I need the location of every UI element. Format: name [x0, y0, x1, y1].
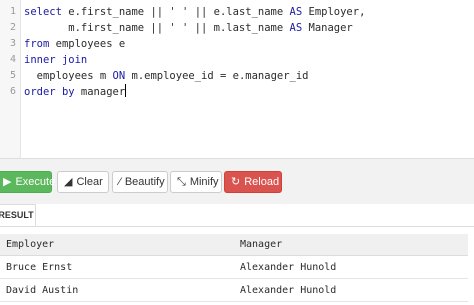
reload-label: Reload [244, 176, 280, 188]
reload-button[interactable]: ↻ Reload [224, 171, 282, 193]
play-icon: ▶ [3, 176, 12, 188]
line-number: 4 [9, 54, 16, 65]
clear-label: Clear [76, 176, 103, 188]
eraser-icon: ◢ [64, 176, 73, 188]
column-header-manager[interactable]: Manager [234, 234, 468, 256]
text-cursor [125, 84, 127, 97]
code-line-with-cursor[interactable]: order by manager [24, 84, 474, 100]
code-line[interactable]: m.first_name || ' ' || m.last_name AS Ma… [24, 20, 474, 36]
table-row: David Austin Alexander Hunold [0, 278, 468, 302]
table-row: Bruce Ernst Alexander Hunold [0, 255, 468, 279]
minify-button[interactable]: ⤡ Minify [170, 171, 222, 193]
result-tabbar: RESULT [0, 204, 474, 227]
toolbar: ▶ Execute ◢ Clear ⁄ Beautify ⤡ Minify ↻ Reloa… [0, 158, 474, 205]
result-table-container: Employer Manager Bruce Ernst Alexander H… [0, 234, 468, 302]
table-header-row: Employer Manager [0, 234, 468, 256]
code-area[interactable]: select e.first_name || ' ' || e.last_nam… [24, 4, 474, 100]
line-number: 3 [9, 38, 16, 49]
code-line[interactable]: select e.first_name || ' ' || e.last_nam… [24, 4, 474, 20]
line-number: 5 [9, 70, 16, 81]
sql-editor[interactable]: 1 2 3 4 5 6 select e.first_name || ' ' |… [0, 0, 474, 158]
beautify-label: Beautify [124, 176, 165, 188]
result-table: Employer Manager Bruce Ernst Alexander H… [0, 234, 468, 302]
table-cell: Alexander Hunold [234, 255, 468, 279]
code-line[interactable]: from employees e [24, 36, 474, 52]
beautify-button[interactable]: ⁄ Beautify [112, 171, 168, 193]
table-cell: Alexander Hunold [234, 278, 468, 302]
line-number: 2 [9, 22, 16, 33]
code-line[interactable]: employees m ON m.employee_id = e.manager… [24, 68, 474, 84]
clear-button[interactable]: ◢ Clear [57, 171, 109, 193]
line-number: 1 [9, 6, 16, 17]
code-line[interactable]: inner join [24, 52, 474, 68]
line-number: 6 [9, 86, 16, 97]
minify-label: Minify [189, 176, 219, 188]
compress-icon: ⤡ [177, 176, 186, 188]
line-number-gutter: 1 2 3 4 5 6 [0, 0, 21, 158]
execute-button[interactable]: ▶ Execute [0, 171, 56, 193]
magic-wand-icon: ⁄ [119, 176, 121, 188]
execute-label: Execute [15, 176, 56, 188]
code-line-text[interactable]: order by manager [24, 86, 125, 98]
table-cell: David Austin [0, 278, 234, 302]
tab-result[interactable]: RESULT [0, 204, 36, 226]
column-header-employer[interactable]: Employer [0, 234, 234, 256]
reload-icon: ↻ [231, 176, 241, 188]
table-cell: Bruce Ernst [0, 255, 234, 279]
